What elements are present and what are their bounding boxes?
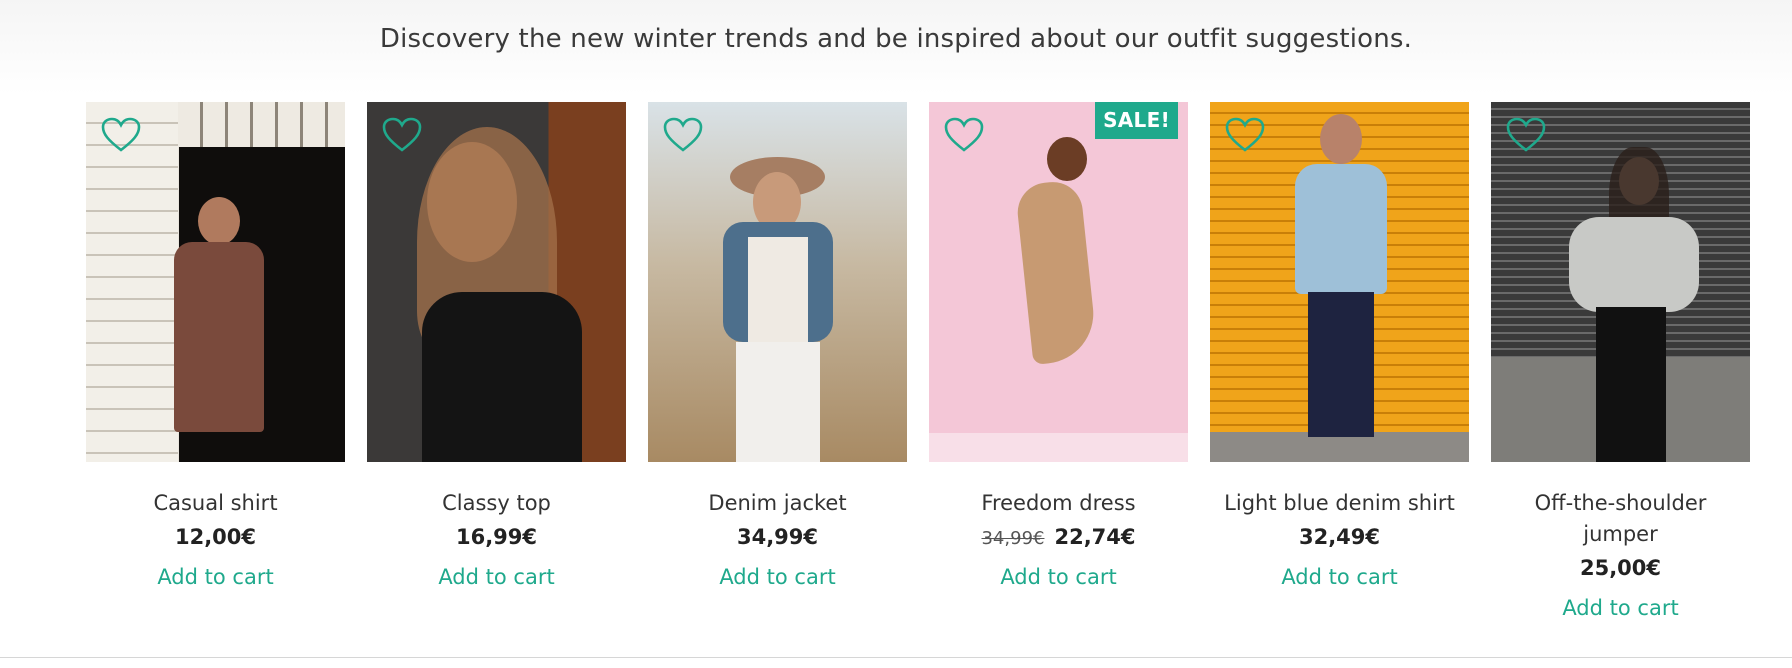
product-card: Off-the-shoulder jumper 25,00€ Add to ca… <box>1491 102 1750 620</box>
product-name[interactable]: Denim jacket <box>648 488 907 519</box>
heart-outline-icon[interactable] <box>943 116 985 154</box>
product-price: 12,00€ <box>86 525 345 549</box>
product-image-light-blue-denim-shirt[interactable] <box>1210 102 1469 462</box>
product-card: Classy top 16,99€ Add to cart <box>367 102 626 589</box>
product-name[interactable]: Freedom dress <box>929 488 1188 519</box>
sale-badge: SALE! <box>1095 102 1178 139</box>
heart-outline-icon[interactable] <box>662 116 704 154</box>
heart-outline-icon[interactable] <box>100 116 142 154</box>
add-to-cart-button[interactable]: Add to cart <box>1210 565 1469 589</box>
product-card: Casual shirt 12,00€ Add to cart <box>86 102 345 589</box>
product-name[interactable]: Casual shirt <box>86 488 345 519</box>
product-name[interactable]: Off-the-shoulder jumper <box>1491 488 1750 550</box>
current-price: 12,00€ <box>174 525 257 549</box>
product-image-classy-top[interactable] <box>367 102 626 462</box>
product-price: 32,49€ <box>1210 525 1469 549</box>
current-price: 32,49€ <box>1298 525 1381 549</box>
product-name[interactable]: Light blue denim shirt <box>1210 488 1469 519</box>
product-image-off-the-shoulder-jumper[interactable] <box>1491 102 1750 462</box>
current-price: 16,99€ <box>455 525 538 549</box>
add-to-cart-button[interactable]: Add to cart <box>1491 596 1750 620</box>
current-price: 25,00€ <box>1579 556 1662 580</box>
add-to-cart-button[interactable]: Add to cart <box>648 565 907 589</box>
heart-outline-icon[interactable] <box>1505 116 1547 154</box>
product-image-casual-shirt[interactable] <box>86 102 345 462</box>
current-price: 22,74€ <box>1054 525 1136 549</box>
old-price: 34,99€ <box>981 528 1045 549</box>
product-price: 34,99€ 22,74€ <box>929 525 1188 549</box>
section-divider <box>0 657 1792 658</box>
product-image-freedom-dress[interactable]: SALE! <box>929 102 1188 462</box>
product-card: Denim jacket 34,99€ Add to cart <box>648 102 907 589</box>
heart-outline-icon[interactable] <box>381 116 423 154</box>
product-price: 16,99€ <box>367 525 626 549</box>
add-to-cart-button[interactable]: Add to cart <box>367 565 626 589</box>
add-to-cart-button[interactable]: Add to cart <box>929 565 1188 589</box>
product-image-denim-jacket[interactable] <box>648 102 907 462</box>
heart-outline-icon[interactable] <box>1224 116 1266 154</box>
product-price: 25,00€ <box>1491 556 1750 580</box>
add-to-cart-button[interactable]: Add to cart <box>86 565 345 589</box>
product-card: SALE! Freedom dress 34,99€ 22,74€ Add to … <box>929 102 1188 589</box>
product-card: Light blue denim shirt 32,49€ Add to car… <box>1210 102 1469 589</box>
intro-text: Discovery the new winter trends and be i… <box>379 24 1413 54</box>
product-name[interactable]: Classy top <box>367 488 626 519</box>
current-price: 34,99€ <box>736 525 819 549</box>
product-price: 34,99€ <box>648 525 907 549</box>
